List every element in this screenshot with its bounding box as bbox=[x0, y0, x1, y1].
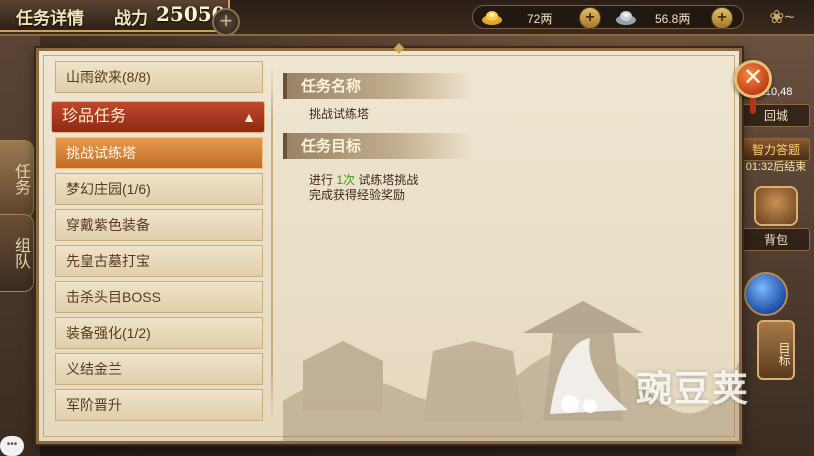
add-power-button[interactable]: + bbox=[212, 8, 240, 36]
close-button[interactable]: ✕ bbox=[734, 60, 772, 98]
bag-icon bbox=[754, 186, 798, 226]
goal-suffix: 试练塔挑战 bbox=[358, 173, 419, 187]
page-title: 任务详情 bbox=[16, 9, 84, 29]
task-item-tomb-treasure[interactable]: 先皇古墓打宝 bbox=[55, 245, 263, 277]
task-item-label: 义结金兰 bbox=[66, 361, 122, 377]
task-item-enhance-gear[interactable]: 装备强化(1/2) bbox=[55, 317, 263, 349]
task-name-value: 挑战试练塔 bbox=[309, 107, 370, 121]
task-item-rank-promotion[interactable]: 军阶晋升 bbox=[55, 389, 263, 421]
power-label: 战力 bbox=[114, 9, 148, 29]
task-item-label: 山雨欲来(8/8) bbox=[66, 69, 151, 85]
panel-ornament-icon: ◆ bbox=[393, 39, 405, 55]
silver-amount: 56.8两 bbox=[655, 12, 691, 26]
top-bar: 任务详情 战力 25050 + 72两 + 56.8两 + ❀~ bbox=[0, 0, 814, 36]
side-tab-team[interactable]: 组队 bbox=[0, 214, 34, 292]
category-label: 珍品任务 bbox=[62, 108, 127, 125]
task-item-kill-boss[interactable]: 击杀头目BOSS bbox=[55, 281, 263, 313]
silver-ingot-icon bbox=[616, 11, 636, 25]
tassel-icon bbox=[750, 98, 756, 114]
chat-icon[interactable]: ••• bbox=[0, 436, 24, 456]
list-divider bbox=[271, 65, 273, 425]
task-list[interactable]: 山雨欲来(8/8) 珍品任务 ▲ 挑战试练塔 梦幻庄园(1/6) 穿戴紫色装备 … bbox=[49, 61, 271, 433]
bag-label: 背包 bbox=[742, 228, 810, 251]
task-item-label: 穿戴紫色装备 bbox=[66, 217, 150, 233]
side-tab-tasks[interactable]: 任务 bbox=[0, 140, 34, 218]
side-tab-tasks-label: 任务 bbox=[12, 163, 31, 195]
gold-amount: 72两 bbox=[527, 12, 553, 26]
task-item-label: 击杀头目BOSS bbox=[66, 289, 161, 305]
task-item-challenge-tower[interactable]: 挑战试练塔 bbox=[55, 137, 263, 169]
chevron-up-icon: ▲ bbox=[242, 109, 256, 125]
add-gold-button[interactable]: + bbox=[579, 7, 601, 29]
wandoujia-logo-icon bbox=[550, 338, 628, 414]
title-plate: 任务详情 战力 25050 bbox=[0, 0, 230, 32]
watermark-text: 豌豆荚 bbox=[636, 368, 751, 409]
task-item-sworn-brothers[interactable]: 义结金兰 bbox=[55, 353, 263, 385]
task-item-label: 梦幻庄园(1/6) bbox=[66, 181, 151, 197]
task-item-label: 先皇古墓打宝 bbox=[66, 253, 150, 269]
bag-button[interactable]: 背包 bbox=[742, 186, 810, 251]
wandoujia-watermark: 豌豆荚 bbox=[540, 334, 780, 424]
goal-prefix: 进行 bbox=[309, 173, 334, 187]
task-item-label: 挑战试练塔 bbox=[66, 145, 136, 161]
event-timer: 01:32后结束 bbox=[745, 161, 807, 173]
task-name-header: 任务名称 bbox=[283, 73, 473, 99]
currency-bar: 72两 + 56.8两 + bbox=[472, 5, 744, 29]
task-goal-header: 任务目标 bbox=[283, 133, 473, 159]
task-item-shanyu[interactable]: 山雨欲来(8/8) bbox=[55, 61, 263, 93]
gold-ingot-icon bbox=[482, 11, 502, 25]
task-goal-line-2: 完成获得经验奖励 bbox=[309, 188, 406, 202]
skill-orb-icon[interactable] bbox=[744, 272, 788, 316]
task-goal-line-1: 进行 1次 试练塔挑战 bbox=[309, 173, 418, 188]
task-item-label: 军阶晋升 bbox=[66, 397, 122, 413]
cloud-ornament-icon: ❀~ bbox=[769, 7, 795, 27]
task-item-label: 装备强化(1/2) bbox=[66, 325, 151, 341]
add-silver-button[interactable]: + bbox=[711, 7, 733, 29]
side-tab-team-label: 组队 bbox=[12, 237, 31, 269]
task-item-purple-gear[interactable]: 穿戴紫色装备 bbox=[55, 209, 263, 241]
goal-count: 1次 bbox=[336, 173, 356, 187]
task-item-dream-manor[interactable]: 梦幻庄园(1/6) bbox=[55, 173, 263, 205]
category-rare-tasks[interactable]: 珍品任务 ▲ bbox=[51, 101, 265, 133]
